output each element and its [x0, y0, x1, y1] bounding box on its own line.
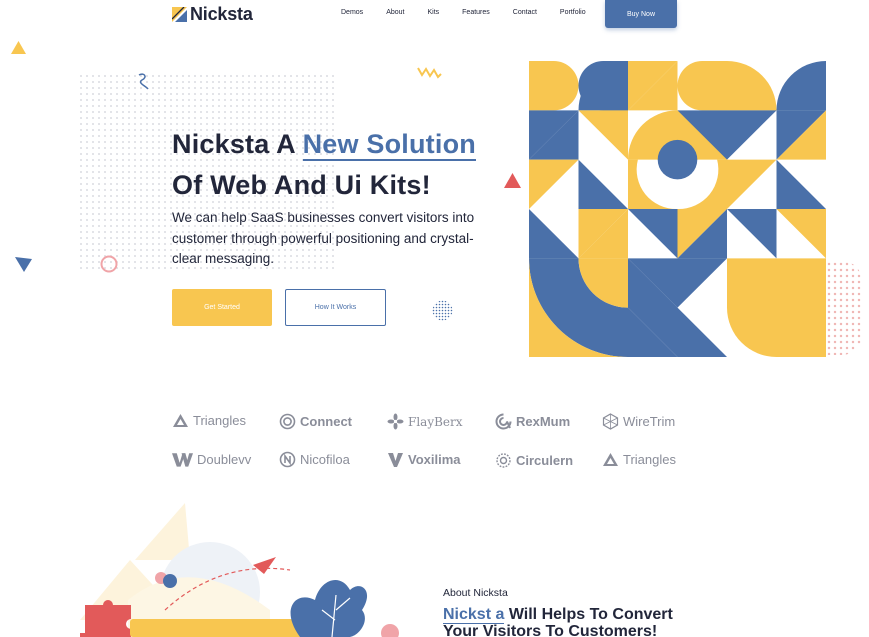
pink-ring-decoration-icon — [100, 255, 118, 273]
nicofiloa-logo-icon — [279, 451, 296, 468]
brand-name: WireTrim — [623, 414, 676, 429]
yellow-triangle-decoration-icon — [11, 41, 26, 54]
doublevv-logo-icon — [172, 453, 193, 467]
how-it-works-button[interactable]: How It Works — [285, 289, 386, 326]
get-started-button[interactable]: Get Started — [172, 289, 272, 326]
hero-title-line2: Of Web And Ui Kits! — [172, 170, 431, 200]
about-illustration — [80, 503, 399, 637]
brand-name: Connect — [300, 414, 352, 429]
about-kicker: About Nicksta — [443, 587, 508, 599]
voxilima-logo-icon — [388, 453, 403, 467]
yellow-zigzag-decoration-icon — [417, 67, 442, 79]
brand-name: RexMum — [516, 414, 571, 429]
red-triangle-decoration-icon — [504, 173, 521, 188]
circulern-logo-icon — [496, 453, 511, 468]
nav-portfolio[interactable]: Portfolio — [560, 9, 586, 16]
nav-contact[interactable]: Contact — [513, 9, 537, 16]
brand-name: Triangles — [193, 413, 246, 428]
flayberx-logo-icon — [387, 413, 404, 430]
brand-voxilima: Voxilima — [387, 451, 461, 468]
brand-name: Voxilima — [408, 452, 461, 467]
buy-now-button[interactable]: Buy Now — [605, 0, 677, 28]
brand-circulern: Circulern — [495, 452, 573, 469]
about-title: Nickst a Will Helps To Convert Your Visi… — [443, 606, 743, 637]
logo-mark-icon — [172, 7, 187, 22]
geometric-hero-illustration — [529, 61, 826, 357]
rexmum-logo-icon — [495, 413, 512, 430]
brand-wiretrim: WireTrim — [602, 413, 675, 430]
hero-title-accent: New Solution — [302, 129, 476, 161]
brand-name: Doublevv — [197, 452, 252, 467]
triangles-logo-icon — [603, 453, 618, 466]
hero-title-part1: Nicksta A — [172, 129, 303, 159]
triangles-logo-icon — [173, 414, 188, 427]
brand-doublevv: Doublevv — [172, 451, 251, 468]
brand-rexmum: RexMum — [495, 413, 570, 430]
brand-nicofiloa: Nicofiloa — [279, 451, 350, 468]
logo-text: Nicksta — [190, 4, 253, 24]
brand-flayberx: FlayBerx — [387, 413, 463, 430]
brand-name: Circulern — [516, 453, 574, 468]
nav-features[interactable]: Features — [462, 9, 490, 16]
brand-triangles-2: Triangles — [602, 451, 676, 468]
hero-title: Nicksta A New Solution Of Web And Ui Kit… — [172, 124, 476, 206]
about-title-accent: Nickst a — [443, 606, 505, 624]
pink-dot-pattern-decoration — [826, 261, 862, 355]
brand-name: Nicofiloa — [300, 452, 350, 467]
nav-about[interactable]: About — [386, 9, 404, 16]
connect-logo-icon — [279, 413, 296, 430]
nav-demos[interactable]: Demos — [341, 9, 363, 16]
about-title-line2: Your Visitors To Customers! — [443, 623, 658, 637]
brand-triangles: Triangles — [172, 412, 246, 429]
blue-squiggle-decoration-icon — [138, 73, 149, 90]
about-title-rest: Will Helps To Convert — [504, 606, 673, 623]
blue-triangle-decoration-icon — [15, 257, 32, 272]
main-nav: Demos About Kits Features Contact Portfo… — [330, 9, 586, 16]
logo[interactable]: Nicksta — [172, 4, 253, 25]
brand-connect: Connect — [279, 413, 352, 430]
hero-subtitle: We can help SaaS businesses convert visi… — [172, 210, 475, 266]
brand-name: Triangles — [623, 452, 676, 467]
nav-kits[interactable]: Kits — [427, 9, 439, 16]
wiretrim-logo-icon — [602, 413, 619, 430]
dotted-circle-decoration-icon — [432, 300, 453, 321]
brand-name: FlayBerx — [408, 414, 463, 429]
